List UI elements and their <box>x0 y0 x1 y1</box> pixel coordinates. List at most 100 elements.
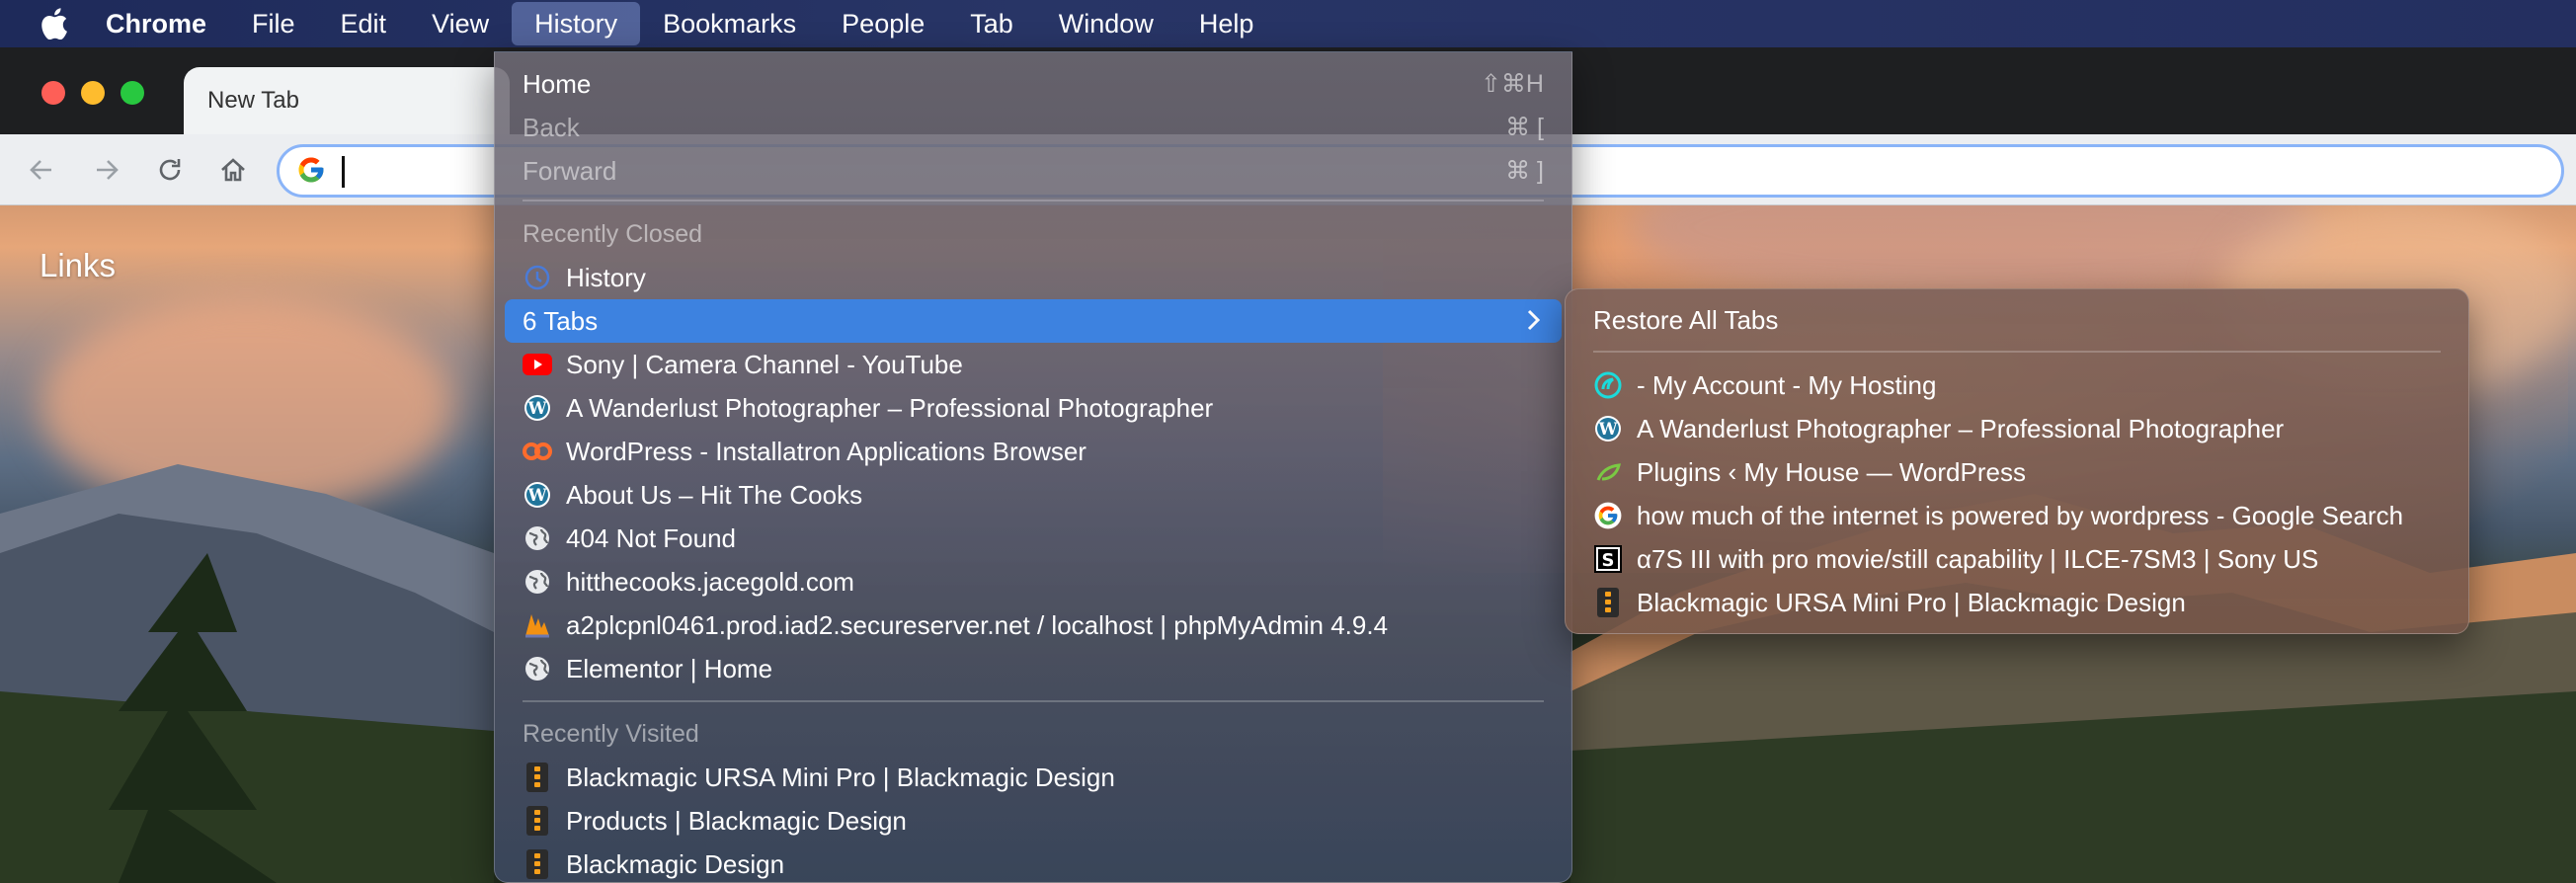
menu-item-closed-tab[interactable]: Elementor | Home <box>505 647 1562 690</box>
blackmagic-icon <box>523 849 552 879</box>
menu-item-label: About Us – Hit The Cooks <box>566 479 863 510</box>
blackmagic-icon <box>523 763 552 792</box>
sony-icon: S <box>1593 544 1623 574</box>
menu-item-label: Home <box>523 68 592 99</box>
svg-text:W: W <box>526 399 547 419</box>
wordpress-icon: W <box>523 480 552 510</box>
menu-item-visited[interactable]: Blackmagic Design <box>505 843 1562 883</box>
menu-item-closed-tab[interactable]: Sony | Camera Channel - YouTube <box>505 343 1562 386</box>
menu-item-closed-tab[interactable]: W A Wanderlust Photographer – Profession… <box>505 386 1562 430</box>
menu-item-closed-tab[interactable]: hitthecooks.jacegold.com <box>505 560 1562 603</box>
menu-file[interactable]: File <box>229 0 318 47</box>
menu-item-label: Forward <box>523 155 617 186</box>
restore-all-tabs-item[interactable]: Restore All Tabs <box>1575 298 2458 342</box>
menu-item-label: Blackmagic URSA Mini Pro | Blackmagic De… <box>566 762 1115 792</box>
globe-icon <box>523 523 552 553</box>
menu-item-label: A Wanderlust Photographer – Professional… <box>566 392 1214 423</box>
menu-item-history[interactable]: History <box>505 256 1562 299</box>
text-caret <box>342 156 345 188</box>
menu-item-label: Elementor | Home <box>566 653 773 683</box>
globe-icon <box>523 654 552 683</box>
wordpress-icon: W <box>523 393 552 423</box>
menu-view[interactable]: View <box>409 0 512 47</box>
apple-logo-icon[interactable] <box>26 0 83 47</box>
close-window-button[interactable] <box>41 81 65 105</box>
submenu-tab-item[interactable]: S α7S III with pro movie/still capabilit… <box>1575 537 2458 581</box>
youtube-icon <box>523 350 552 379</box>
tab-title: New Tab <box>207 87 299 114</box>
chevron-right-icon <box>1518 305 1548 342</box>
google-icon <box>1593 501 1623 530</box>
submenu-tab-item[interactable]: Blackmagic URSA Mini Pro | Blackmagic De… <box>1575 581 2458 624</box>
tabs-submenu: Restore All Tabs - My Account - My Hosti… <box>1565 288 2469 634</box>
menu-item-label: Restore All Tabs <box>1593 304 1779 335</box>
submenu-tab-item[interactable]: Plugins ‹ My House — WordPress <box>1575 450 2458 494</box>
leaf-icon <box>1593 457 1623 487</box>
menu-item-label: Back <box>523 112 580 142</box>
menu-chrome[interactable]: Chrome <box>83 0 229 47</box>
zoom-window-button[interactable] <box>121 81 144 105</box>
hosting-icon <box>1593 370 1623 400</box>
recently-visited-header: Recently Visited <box>523 720 699 748</box>
menu-bookmarks[interactable]: Bookmarks <box>640 0 819 47</box>
menu-item-label: α7S III with pro movie/still capability … <box>1637 543 2319 574</box>
google-icon <box>296 155 326 185</box>
menu-item-label: A Wanderlust Photographer – Professional… <box>1637 413 2285 443</box>
menu-item-visited[interactable]: Products | Blackmagic Design <box>505 799 1562 843</box>
menu-item-closed-tab[interactable]: WordPress - Installatron Applications Br… <box>505 430 1562 473</box>
globe-icon <box>523 567 552 597</box>
menu-edit[interactable]: Edit <box>318 0 410 47</box>
svg-text:W: W <box>526 486 547 506</box>
shortcut-label: ⌘ [ <box>1505 114 1544 141</box>
menu-item-closed-tab[interactable]: 404 Not Found <box>505 517 1562 560</box>
menu-item-home[interactable]: Home ⇧⌘H <box>505 62 1562 106</box>
cpanel-icon <box>523 437 552 466</box>
menu-item-visited[interactable]: Blackmagic URSA Mini Pro | Blackmagic De… <box>505 756 1562 799</box>
menu-separator <box>523 200 1544 201</box>
menu-item-label: Blackmagic URSA Mini Pro | Blackmagic De… <box>1637 587 2186 617</box>
minimize-window-button[interactable] <box>81 81 105 105</box>
menu-item-label: hitthecooks.jacegold.com <box>566 566 854 597</box>
menu-item-label: Sony | Camera Channel - YouTube <box>566 349 963 379</box>
menu-history[interactable]: History <box>512 2 641 45</box>
menu-item-label: Plugins ‹ My House — WordPress <box>1637 456 2026 487</box>
menu-item-label: - My Account - My Hosting <box>1637 369 1937 400</box>
menu-item-back[interactable]: Back ⌘ [ <box>505 106 1562 149</box>
menu-item-label: Blackmagic Design <box>566 848 785 879</box>
forward-arrow-icon[interactable] <box>85 148 128 192</box>
menu-item-forward[interactable]: Forward ⌘ ] <box>505 149 1562 193</box>
recently-closed-header: Recently Closed <box>523 220 703 248</box>
reload-icon[interactable] <box>148 148 192 192</box>
svg-text:W: W <box>1597 420 1618 440</box>
menu-separator <box>1593 351 2441 353</box>
menu-item-label: 404 Not Found <box>566 522 737 553</box>
menu-item-label: 6 Tabs <box>523 305 599 336</box>
history-menu: Home ⇧⌘H Back ⌘ [ Forward ⌘ ] Recently C… <box>494 51 1572 883</box>
blackmagic-icon <box>523 806 552 836</box>
menu-item-label: Products | Blackmagic Design <box>566 805 907 836</box>
history-icon <box>523 263 552 292</box>
menu-item-6-tabs[interactable]: 6 Tabs <box>505 299 1562 343</box>
submenu-tab-item[interactable]: - My Account - My Hosting <box>1575 363 2458 407</box>
menu-item-closed-tab[interactable]: W About Us – Hit The Cooks <box>505 473 1562 517</box>
menu-separator <box>523 700 1544 702</box>
svg-text:S: S <box>1602 550 1615 571</box>
shortcut-label: ⌘ ] <box>1505 157 1544 185</box>
menu-item-label: how much of the internet is powered by w… <box>1637 500 2404 530</box>
phpmyadmin-icon <box>523 610 552 640</box>
menu-help[interactable]: Help <box>1176 0 1277 47</box>
blackmagic-icon <box>1593 588 1623 617</box>
menu-item-label: History <box>566 262 646 292</box>
menu-item-label: WordPress - Installatron Applications Br… <box>566 436 1087 466</box>
back-arrow-icon[interactable] <box>20 148 63 192</box>
menu-people[interactable]: People <box>819 0 947 47</box>
home-icon[interactable] <box>211 148 255 192</box>
wordpress-icon: W <box>1593 414 1623 443</box>
menu-tab[interactable]: Tab <box>947 0 1036 47</box>
shortcut-label: ⇧⌘H <box>1480 70 1544 98</box>
menu-item-closed-tab[interactable]: a2plcpnl0461.prod.iad2.secureserver.net … <box>505 603 1562 647</box>
submenu-tab-item[interactable]: how much of the internet is powered by w… <box>1575 494 2458 537</box>
menu-window[interactable]: Window <box>1036 0 1176 47</box>
submenu-tab-item[interactable]: W A Wanderlust Photographer – Profession… <box>1575 407 2458 450</box>
tab-new-tab[interactable]: New Tab <box>184 67 510 134</box>
